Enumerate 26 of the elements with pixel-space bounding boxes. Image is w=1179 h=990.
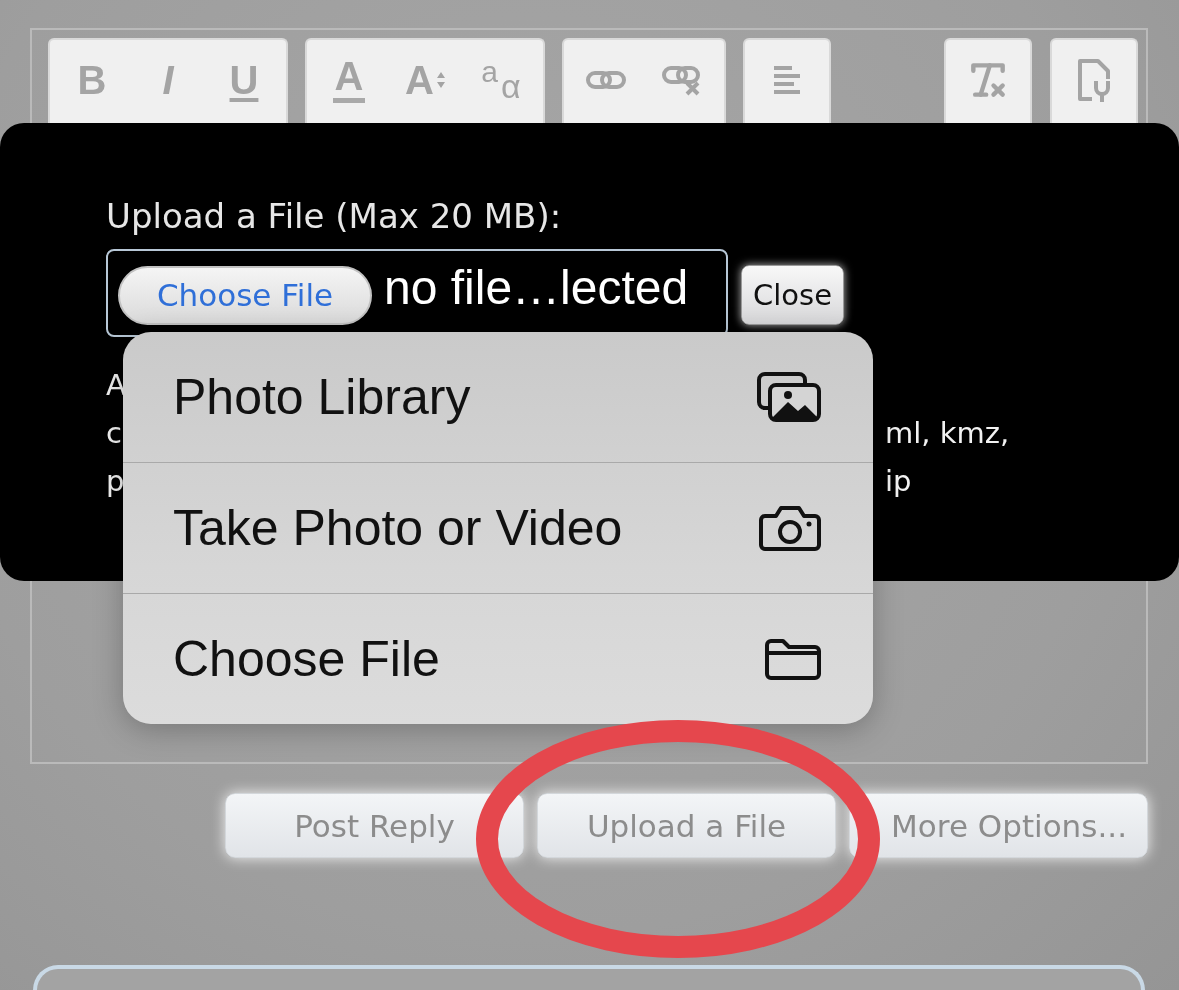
italic-button[interactable]: I (130, 40, 206, 123)
underline-button[interactable]: U (206, 40, 282, 123)
file-types-text: p (106, 463, 125, 500)
file-input-field[interactable]: Choose File no file…lected (106, 249, 728, 337)
up-down-arrows-icon (436, 71, 445, 88)
file-types-text: ml, kmz, (885, 415, 1010, 452)
upload-label: Upload a File (Max 20 MB): (106, 195, 562, 237)
file-name-text: no file…lected (384, 260, 689, 316)
photos-icon (757, 372, 821, 422)
file-types-text: ip (885, 463, 912, 500)
action-button[interactable]: More Options... (849, 793, 1148, 858)
file-types-text: c (106, 415, 122, 452)
font-size-button[interactable]: A (387, 40, 463, 123)
action-button[interactable]: Post Reply (225, 793, 524, 858)
font-color-button[interactable]: A (311, 40, 387, 123)
camera-icon (759, 505, 821, 551)
action-button[interactable]: Upload a File (537, 793, 836, 858)
unlink-icon (662, 63, 702, 96)
folder-icon (765, 638, 821, 680)
document-wrench-icon (1076, 56, 1112, 103)
bold-button[interactable]: B (54, 40, 130, 123)
close-button[interactable]: Close (741, 265, 844, 325)
menu-item[interactable]: Choose File (123, 593, 873, 724)
choose-file-button[interactable]: Choose File (118, 265, 372, 325)
menu-item[interactable]: Take Photo or Video (123, 462, 873, 593)
align-left-icon (772, 64, 802, 95)
